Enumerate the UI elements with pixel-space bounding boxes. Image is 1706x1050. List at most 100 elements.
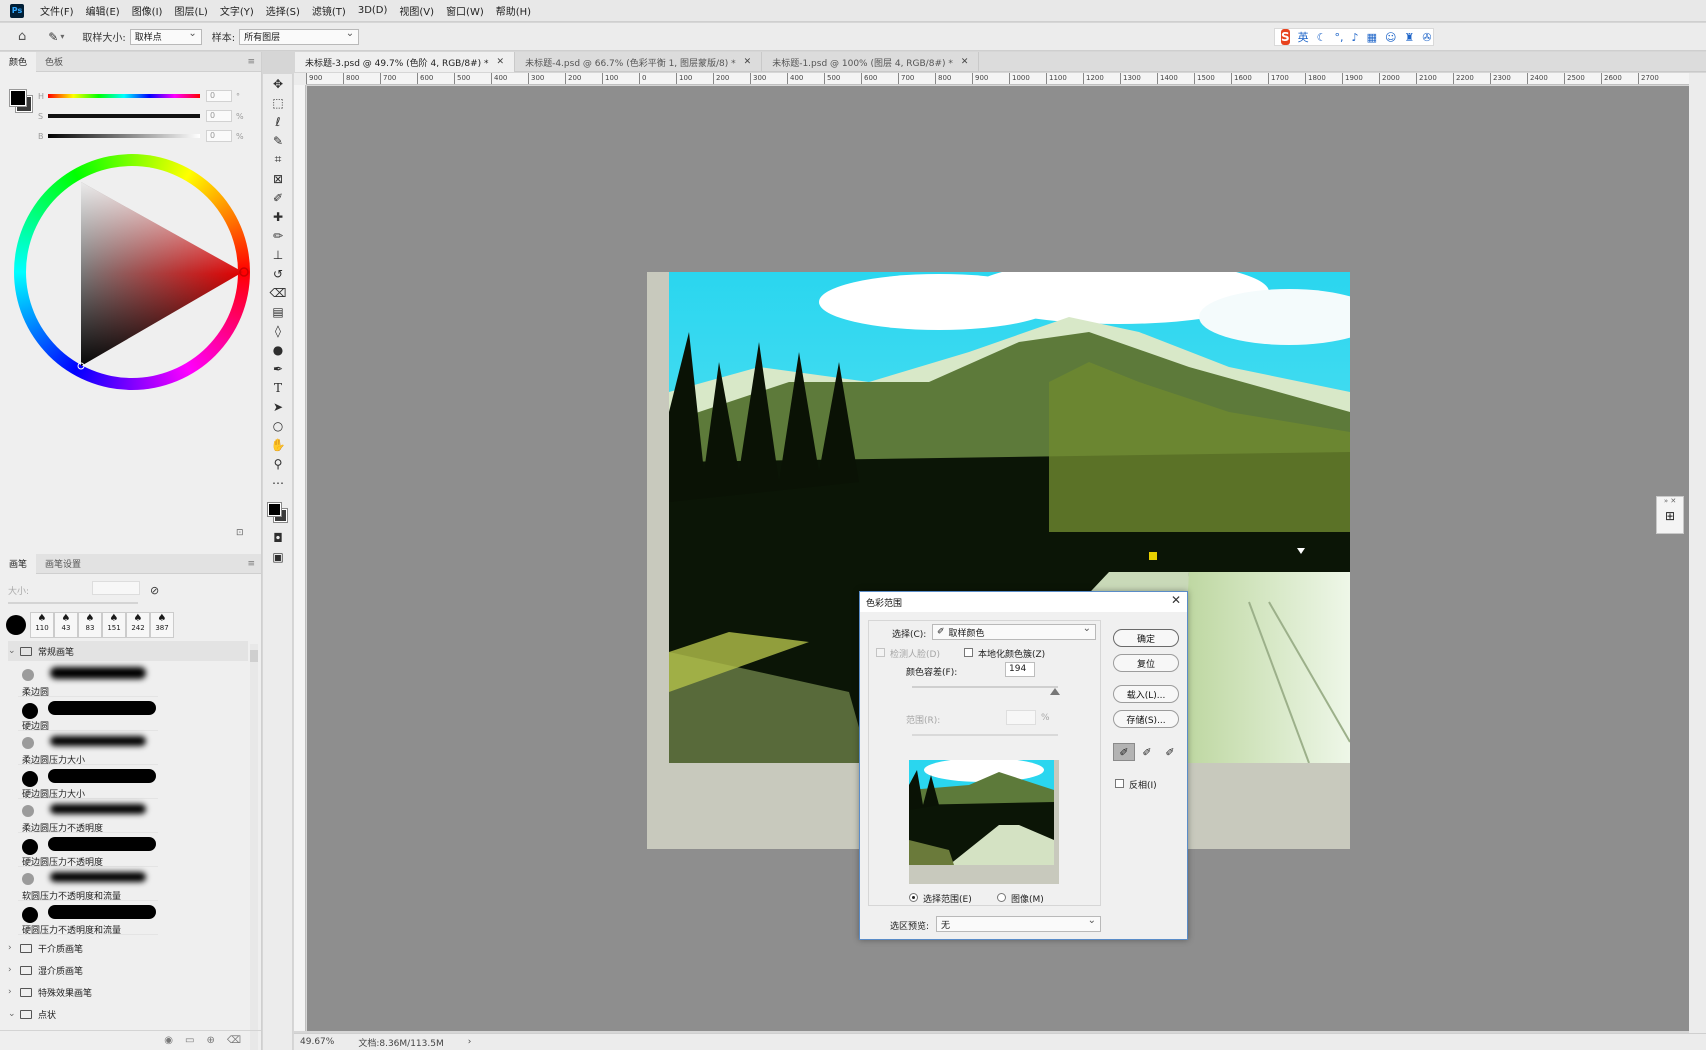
brush-size-slider[interactable] bbox=[8, 602, 138, 604]
recent-brush[interactable]: ♠ 242 bbox=[126, 612, 150, 638]
type-tool-icon[interactable]: T bbox=[263, 378, 293, 397]
close-icon[interactable]: ✕ bbox=[497, 57, 505, 67]
more-tools-icon[interactable]: ⋯ bbox=[263, 473, 293, 492]
ime-lang-toggle[interactable]: 英 bbox=[1298, 29, 1309, 45]
localized-clusters-checkbox[interactable] bbox=[964, 648, 973, 657]
brush-group-special[interactable]: › 特殊效果画笔 bbox=[8, 982, 248, 1002]
eyedropper-subtract-button[interactable]: ✐ bbox=[1159, 743, 1181, 761]
menu-3d[interactable]: 3D(D) bbox=[352, 5, 394, 16]
blur-tool-icon[interactable]: ◊ bbox=[263, 321, 293, 340]
radio-selection[interactable] bbox=[909, 893, 918, 902]
hue-value-field[interactable]: 0 bbox=[206, 90, 232, 102]
recent-brush[interactable]: ♠ 43 bbox=[54, 612, 78, 638]
panel-menu-icon[interactable]: ≡ bbox=[247, 559, 255, 569]
clone-stamp-tool-icon[interactable]: ⊥ bbox=[263, 245, 293, 264]
recent-brush[interactable]: ♠ 151 bbox=[102, 612, 126, 638]
close-icon[interactable]: ✕ bbox=[744, 57, 752, 67]
expand-panels-icon[interactable]: » ✕ bbox=[1657, 497, 1683, 505]
folder-icon[interactable]: ▭ bbox=[185, 1035, 194, 1046]
invert-checkbox[interactable] bbox=[1115, 779, 1124, 788]
quick-mask-icon[interactable]: ◘ bbox=[263, 528, 293, 547]
collapsed-panel[interactable]: » ✕ ⊞ bbox=[1656, 496, 1684, 534]
brush-item[interactable]: 硬边圆压力不透明度 bbox=[18, 833, 158, 868]
color-triangle[interactable] bbox=[14, 154, 250, 390]
range-slider[interactable] bbox=[912, 734, 1058, 736]
trash-icon[interactable]: ⌫ bbox=[227, 1035, 241, 1046]
brush-item[interactable]: 柔边圆 bbox=[18, 663, 158, 698]
zoom-tool-icon[interactable]: ⚲ bbox=[263, 454, 293, 473]
menu-select[interactable]: 选择(S) bbox=[260, 3, 306, 18]
brush-item[interactable]: 硬边圆压力大小 bbox=[18, 765, 158, 800]
photoshop-logo[interactable]: Ps bbox=[10, 3, 24, 18]
hue-slider[interactable] bbox=[48, 94, 200, 98]
properties-icon[interactable]: ⊞ bbox=[1657, 509, 1683, 523]
menu-view[interactable]: 视图(V) bbox=[393, 3, 440, 18]
hand-tool-icon[interactable]: ✋ bbox=[263, 435, 293, 454]
punctuation-icon[interactable]: °, bbox=[1335, 31, 1344, 44]
new-brush-icon[interactable]: ⊘ bbox=[150, 584, 159, 597]
brush-panel-scrollbar[interactable] bbox=[250, 644, 258, 1050]
screen-mode-icon[interactable]: ▣ bbox=[263, 547, 293, 566]
brush-tool-icon[interactable]: ✏ bbox=[263, 226, 293, 245]
path-select-tool-icon[interactable]: ➤ bbox=[263, 397, 293, 416]
reset-button[interactable]: 复位 bbox=[1113, 654, 1179, 672]
zoom-level[interactable]: 49.67% bbox=[300, 1037, 334, 1047]
menu-type[interactable]: 文字(Y) bbox=[214, 3, 260, 18]
ellipse-tool-icon[interactable]: ○ bbox=[263, 416, 293, 435]
range-input[interactable] bbox=[1006, 710, 1036, 725]
eraser-tool-icon[interactable]: ⌫ bbox=[263, 283, 293, 302]
tab-color[interactable]: 颜色 bbox=[0, 51, 37, 72]
vertical-ruler[interactable] bbox=[294, 85, 306, 1031]
chevron-right-icon[interactable]: › bbox=[468, 1037, 472, 1047]
moon-icon[interactable]: ☾ bbox=[1317, 31, 1327, 44]
menu-help[interactable]: 帮助(H) bbox=[490, 3, 537, 18]
eyedropper-sample-button[interactable]: ✐ bbox=[1113, 743, 1135, 761]
brush-item[interactable]: 硬圆压力不透明度和流量 bbox=[18, 901, 158, 936]
brush-group-dots[interactable]: ⌄ 点状 bbox=[8, 1004, 248, 1024]
load-button[interactable]: 载入(L)... bbox=[1113, 685, 1179, 703]
shirt-icon[interactable]: ♜ bbox=[1404, 31, 1414, 44]
healing-brush-tool-icon[interactable]: ✚ bbox=[263, 207, 293, 226]
microphone-icon[interactable]: ♪ bbox=[1352, 31, 1359, 44]
saturation-value-field[interactable]: 0 bbox=[206, 110, 232, 122]
new-brush-icon[interactable]: ⊕ bbox=[206, 1035, 214, 1046]
sample-size-select[interactable]: 取样点 bbox=[129, 28, 202, 45]
selection-preview-dropdown[interactable]: 无 bbox=[936, 915, 1101, 932]
eyedropper-add-button[interactable]: ✐ bbox=[1136, 743, 1158, 761]
eyedropper-tool-icon[interactable]: ✐ bbox=[263, 188, 293, 207]
brush-item[interactable]: 柔边圆压力不透明度 bbox=[18, 799, 158, 834]
gradient-tool-icon[interactable]: ▤ bbox=[263, 302, 293, 321]
recent-brush-selected[interactable] bbox=[6, 615, 26, 635]
history-brush-tool-icon[interactable]: ↺ bbox=[263, 264, 293, 283]
doc-tab[interactable]: 未标题-4.psd @ 66.7% (色彩平衡 1, 图层蒙版/8) * ✕ bbox=[515, 52, 763, 72]
close-icon[interactable]: ✕ bbox=[1171, 593, 1181, 607]
brightness-slider[interactable] bbox=[48, 134, 200, 138]
move-tool-icon[interactable]: ✥ bbox=[263, 74, 293, 93]
brush-size-field[interactable] bbox=[92, 581, 140, 595]
fuzziness-input[interactable]: 194 bbox=[1005, 662, 1035, 677]
chevron-down-icon[interactable]: ▾ bbox=[60, 32, 64, 41]
dodge-tool-icon[interactable]: ● bbox=[263, 340, 293, 359]
recent-brush[interactable]: ♠ 387 bbox=[150, 612, 174, 638]
expand-icon[interactable]: ⊡ bbox=[236, 528, 244, 538]
close-icon[interactable]: ✕ bbox=[961, 57, 969, 67]
saturation-slider[interactable] bbox=[48, 114, 200, 118]
crop-tool-icon[interactable]: ⌗ bbox=[263, 150, 293, 169]
keyboard-icon[interactable]: ▦ bbox=[1367, 31, 1377, 44]
brush-group-general[interactable]: ⌄ 常规画笔 bbox=[8, 641, 248, 661]
lasso-tool-icon[interactable]: ℓ bbox=[263, 112, 293, 131]
sogou-logo-icon[interactable]: S bbox=[1281, 29, 1290, 45]
sample-select[interactable]: 所有图层 bbox=[239, 28, 360, 45]
recent-brush[interactable]: ♠ 110 bbox=[30, 612, 54, 638]
doc-tab[interactable]: 未标题-3.psd @ 49.7% (色阶 4, RGB/8#) * ✕ bbox=[295, 52, 516, 72]
marquee-tool-icon[interactable]: ⬚ bbox=[263, 93, 293, 112]
quick-select-tool-icon[interactable]: ✎ bbox=[263, 131, 293, 150]
foreground-color-swatch[interactable] bbox=[9, 89, 27, 107]
detect-faces-checkbox[interactable] bbox=[876, 648, 885, 657]
menu-edit[interactable]: 编辑(E) bbox=[80, 3, 126, 18]
brush-item[interactable]: 软圆压力不透明度和流量 bbox=[18, 867, 158, 902]
tab-brush-settings[interactable]: 画笔设置 bbox=[36, 554, 90, 574]
eyedropper-tool-preset-icon[interactable]: ✎ bbox=[48, 30, 58, 44]
home-icon[interactable]: ⌂ bbox=[18, 29, 26, 44]
foreground-color-swatch[interactable] bbox=[267, 502, 282, 517]
